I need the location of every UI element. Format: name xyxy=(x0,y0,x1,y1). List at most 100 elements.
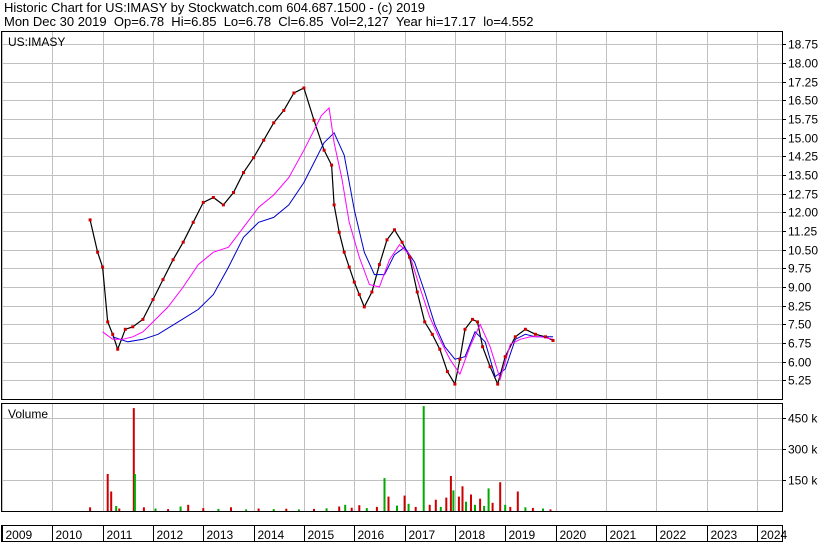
price-point xyxy=(123,327,127,331)
price-point xyxy=(282,108,286,112)
volume-axis-labels: 150 k 300 k 450 k xyxy=(782,412,818,488)
price-point xyxy=(377,263,381,267)
price-point xyxy=(242,171,245,175)
volume-bar xyxy=(272,509,275,511)
volume-bar xyxy=(245,509,248,511)
volume-bar xyxy=(457,496,460,511)
volume-bar xyxy=(491,502,494,511)
year-tick-label: 2019 xyxy=(509,528,536,542)
year-tick-label: 2013 xyxy=(207,528,234,542)
volume-bar xyxy=(387,496,390,511)
price-point xyxy=(101,265,105,269)
volume-bar xyxy=(504,504,507,511)
price-point xyxy=(393,228,396,232)
volume-bar xyxy=(297,509,300,511)
volume-bar xyxy=(187,504,190,511)
price-panel: 5.25 6.00 6.75 7.50 8.25 9.00 9.75 10.50 11.25 12… xyxy=(1,31,818,400)
volume-bar xyxy=(461,486,464,511)
volume-bar xyxy=(179,506,182,511)
volume-bar xyxy=(344,504,347,511)
price-point xyxy=(503,355,507,359)
volume-bar xyxy=(483,505,486,511)
price-point xyxy=(111,332,115,336)
volume-bar xyxy=(202,508,205,511)
volume-bar xyxy=(434,499,437,511)
price-point xyxy=(96,250,100,254)
volume-bar xyxy=(217,508,220,511)
price-point xyxy=(252,156,256,160)
price-point xyxy=(181,240,185,244)
year-tick-label: 2022 xyxy=(660,528,687,542)
price-point xyxy=(322,148,326,152)
volume-bar xyxy=(285,508,288,511)
year-tick-label: 2018 xyxy=(459,528,486,542)
price-point xyxy=(458,357,462,361)
volume-bar xyxy=(499,482,502,511)
volume-bar xyxy=(509,506,512,511)
price-point xyxy=(211,196,215,199)
price-point xyxy=(131,325,135,329)
volume-bar xyxy=(167,509,170,511)
price-tick-label: 15.00 xyxy=(788,132,818,146)
volume-bar xyxy=(257,508,260,511)
price-point xyxy=(481,345,485,349)
price-point xyxy=(201,200,205,204)
price-point xyxy=(292,91,296,95)
volume-bar xyxy=(110,491,113,511)
price-point xyxy=(445,370,449,374)
volume-tick-label: 450 k xyxy=(788,412,818,426)
price-point xyxy=(400,240,404,244)
price-tick-label: 16.50 xyxy=(788,94,818,108)
price-point xyxy=(463,327,467,331)
price-point xyxy=(453,382,457,386)
volume-bar xyxy=(142,507,145,511)
price-point xyxy=(362,305,366,309)
price-point xyxy=(332,203,336,207)
year-tick-label: 2011 xyxy=(107,528,133,542)
volume-tick-label: 150 k xyxy=(788,474,818,488)
volume-plot-frame xyxy=(1,403,783,512)
volume-bar xyxy=(549,509,552,511)
price-tick-label: 5.25 xyxy=(788,374,812,388)
volume-bar xyxy=(422,406,425,511)
volume-bar xyxy=(115,505,118,511)
price-tick-label: 6.75 xyxy=(788,337,812,351)
price-tick-label: 18.75 xyxy=(788,38,818,52)
price-point xyxy=(357,293,361,296)
year-tick-label: 2009 xyxy=(6,528,33,542)
volume-bar xyxy=(396,505,398,511)
historic-chart: Historic Chart for US:IMASY by Stockwatc… xyxy=(0,0,830,543)
year-tick-label: 2015 xyxy=(308,528,335,542)
price-point xyxy=(544,335,547,339)
price-point xyxy=(415,290,419,294)
price-tick-label: 12.00 xyxy=(788,206,818,220)
price-tick-label: 14.25 xyxy=(788,150,818,164)
volume-bar xyxy=(414,506,417,511)
price-point xyxy=(262,138,266,142)
price-point xyxy=(476,320,479,324)
volume-bar xyxy=(524,507,527,511)
price-point xyxy=(370,290,374,294)
year-axis: 2009 2010 2011 2012 2013 2014 2015 2016 2017 2018… xyxy=(1,525,788,542)
year-tick-label: 2010 xyxy=(56,528,83,542)
price-point xyxy=(106,320,110,324)
volume-bar xyxy=(531,507,534,511)
price-point xyxy=(496,382,500,386)
volume-bar xyxy=(106,474,109,511)
year-tick-label: 2021 xyxy=(610,528,637,542)
price-tick-label: 10.50 xyxy=(788,244,818,258)
volume-bar xyxy=(542,508,544,511)
price-point xyxy=(438,347,442,351)
price-tick-label: 7.50 xyxy=(788,318,812,332)
price-point xyxy=(408,255,412,259)
price-point xyxy=(523,327,527,331)
volume-tick-label: 300 k xyxy=(788,443,818,457)
year-tick-label: 2020 xyxy=(560,528,587,542)
price-point xyxy=(151,298,155,301)
price-axis-labels: 5.25 6.00 6.75 7.50 8.25 9.00 9.75 10.50 11.25 12… xyxy=(782,38,818,388)
volume-bar xyxy=(154,508,157,511)
price-plot-frame xyxy=(1,31,783,400)
price-panel-title: US:IMASY xyxy=(8,35,65,49)
price-tick-label: 13.50 xyxy=(788,169,818,183)
price-point xyxy=(88,218,92,222)
